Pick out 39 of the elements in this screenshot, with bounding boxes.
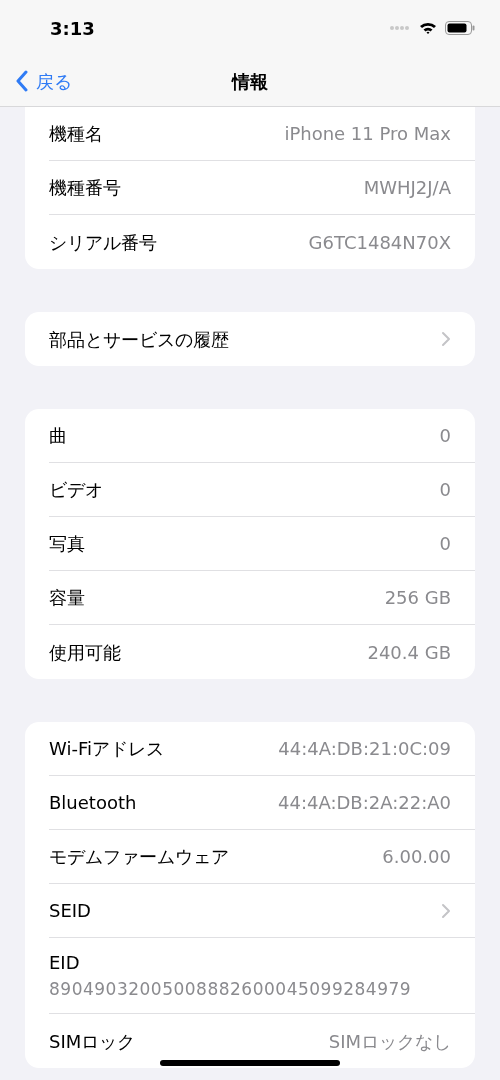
row-label: 曲 — [49, 424, 67, 448]
row-value: SIMロックなし — [328, 1029, 451, 1054]
row-value: 0 — [439, 424, 451, 448]
row-label: ビデオ — [49, 478, 103, 502]
back-chevron-icon — [16, 70, 28, 92]
row-value: iPhone 11 Pro Max — [284, 122, 451, 146]
row-value: 0 — [439, 532, 451, 556]
row-label: Bluetooth — [49, 791, 137, 815]
row-value: 0 — [439, 478, 451, 502]
row-label: SIMロック — [49, 1029, 136, 1054]
row-label: 機種番号 — [49, 176, 121, 200]
row-label: 写真 — [49, 532, 85, 556]
row-label: 容量 — [49, 586, 85, 610]
row-value: 6.00.00 — [382, 845, 451, 869]
row-label: 機種名 — [49, 122, 103, 146]
row-value: G6TC1484N70X — [308, 230, 451, 255]
page-title: 情報 — [232, 69, 268, 94]
row-label: シリアル番号 — [49, 230, 157, 255]
row-value: 44:4A:DB:21:0C:09 — [278, 737, 451, 761]
wifi-icon — [419, 21, 437, 35]
row-label: 部品とサービスの履歴 — [49, 327, 229, 352]
row-label: 使用可能 — [49, 640, 121, 665]
list-row[interactable]: SEID — [49, 884, 475, 938]
row-value: MWHJ2J/A — [363, 176, 451, 200]
signal-icon — [389, 25, 411, 31]
row-value: 240.4 GB — [367, 640, 451, 665]
chevron-icon — [441, 902, 451, 919]
back-button[interactable]: 戻る — [16, 67, 72, 95]
row-value: 44:4A:DB:2A:22:A0 — [278, 791, 451, 815]
status-time: 3:13 — [50, 16, 95, 41]
list-row[interactable]: 部品とサービスの履歴 — [49, 312, 475, 366]
row-label: モデムファームウェア — [49, 845, 229, 869]
chevron-icon — [441, 331, 451, 347]
row-value: 89049032005008882600045099284979 — [49, 977, 413, 1001]
row-label: SEID — [49, 899, 91, 923]
row-label: Wi-Fiアドレス — [49, 737, 164, 761]
row-value: 256 GB — [384, 586, 451, 610]
row-label: EID — [49, 950, 81, 975]
battery-icon — [445, 21, 475, 35]
